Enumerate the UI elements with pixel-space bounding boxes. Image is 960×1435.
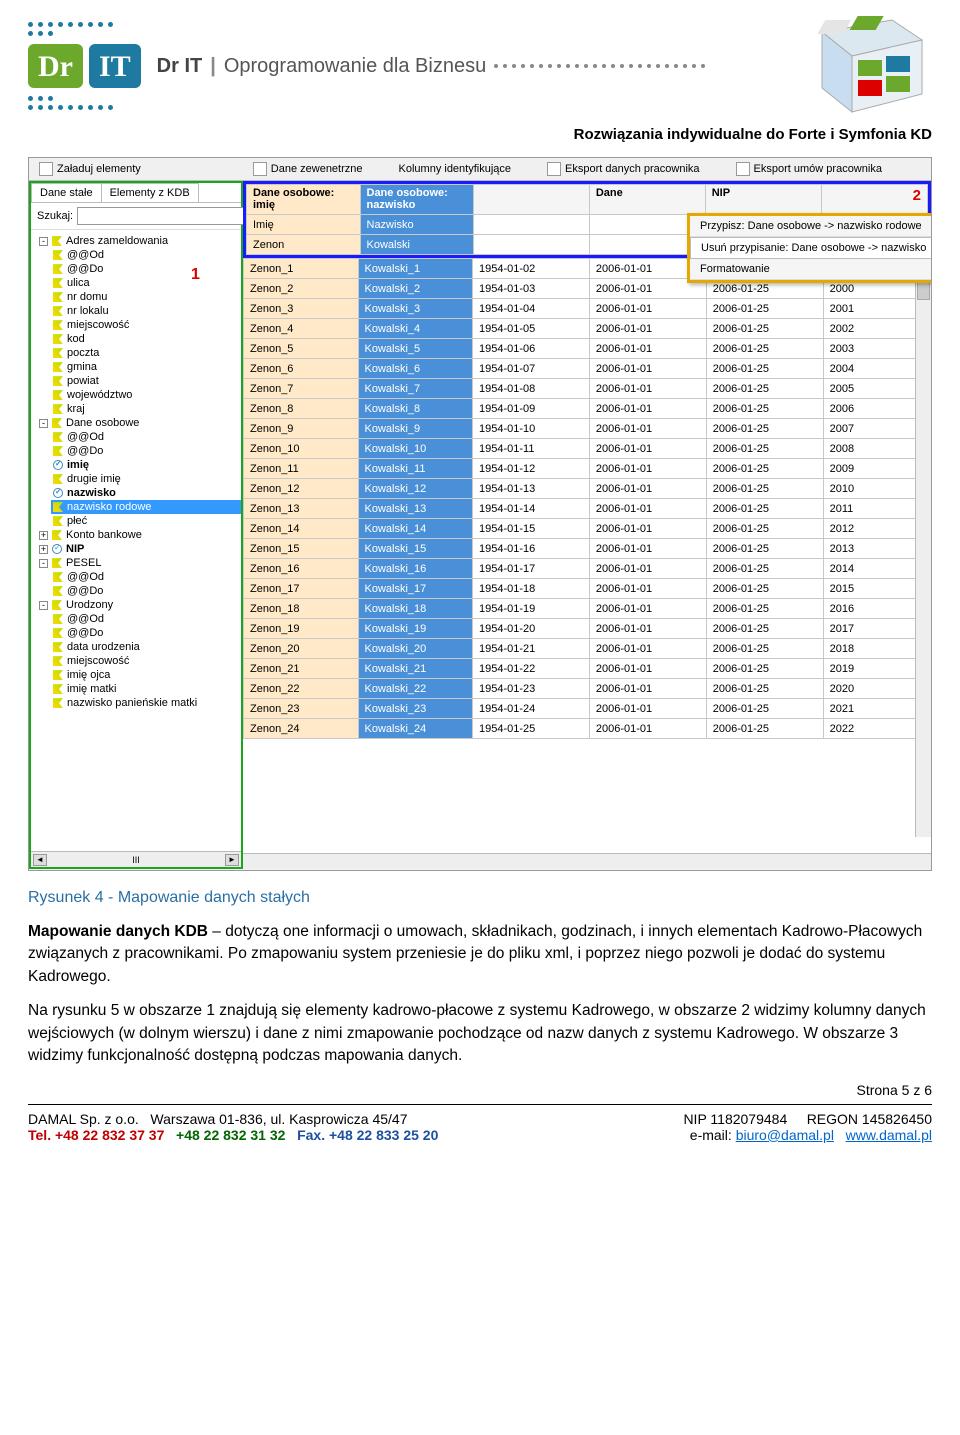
vscrollbar[interactable] — [915, 258, 931, 837]
brand-subtitle: Oprogramowanie dla Biznesu — [224, 55, 486, 78]
footer: DAMAL Sp. z o.o. Warszawa 01-836, ul. Ka… — [28, 1111, 932, 1143]
cm-remove[interactable]: Usuń przypisanie: Dane osobowe -> nazwis… — [690, 237, 932, 259]
left-hscrollbar[interactable]: ◄ III ► — [31, 851, 241, 867]
tab-elementy-kdb[interactable]: Elementy z KDB — [101, 183, 199, 202]
logo: Dr IT — [28, 16, 141, 116]
scroll-right-icon[interactable]: ► — [225, 854, 239, 866]
left-tabs: Dane stałe Elementy z KDB — [31, 183, 241, 203]
export-icon — [547, 162, 561, 176]
context-menu[interactable]: Przypisz: Dane osobowe -> nazwisko rodow… — [687, 213, 932, 283]
cm-format[interactable]: Formatowanie 3 ▸ — [690, 259, 932, 280]
brand-text: Dr IT | Oprogramowanie dla Biznesu — [157, 55, 706, 78]
paragraph-1: Mapowanie danych KDB – dotyczą one infor… — [28, 921, 932, 988]
email-link[interactable]: biuro@damal.pl — [736, 1127, 834, 1143]
scroll-left-icon[interactable]: ◄ — [33, 854, 47, 866]
doc-title: Rozwiązania indywidualne do Forte i Symf… — [28, 126, 932, 143]
right-panel: 2 Dane osobowe: imięDane osobowe: nazwis… — [243, 181, 931, 869]
search-input[interactable] — [77, 207, 256, 225]
tab-dane-stale[interactable]: Dane stałe — [31, 183, 102, 202]
tree-view[interactable]: -Adres zameldowania@@Od@@Doulicanr domun… — [31, 230, 241, 851]
data-icon — [253, 162, 267, 176]
page-number: Strona 5 z 6 — [28, 1082, 932, 1098]
annotation-1: 1 — [191, 266, 200, 284]
right-hscrollbar[interactable] — [243, 853, 931, 869]
toolbar-external[interactable]: Dane zewenetrzne — [253, 162, 363, 176]
logo-badge-it: IT — [89, 44, 141, 88]
app-screenshot: Załaduj elementy Dane zewenetrzne Kolumn… — [28, 157, 932, 871]
data-grid[interactable]: Zenon_1Kowalski_11954-01-022006-01-01200… — [243, 258, 931, 739]
toolbar-idcols[interactable]: Kolumny identyfikujące — [399, 163, 512, 175]
brand-title: Dr IT — [157, 55, 203, 78]
search-label: Szukaj: — [37, 210, 73, 222]
app-toolbar: Załaduj elementy Dane zewenetrzne Kolumn… — [29, 158, 931, 181]
toolbar-load[interactable]: Załaduj elementy — [39, 162, 141, 176]
toolbar-export-emp[interactable]: Eksport danych pracownika — [547, 162, 700, 176]
figure-caption: Rysunek 4 - Mapowanie danych stałych — [28, 889, 932, 907]
footer-rule — [28, 1104, 932, 1105]
cm-assign[interactable]: Przypisz: Dane osobowe -> nazwisko rodow… — [690, 216, 932, 237]
left-panel: Dane stałe Elementy z KDB Szukaj: -Adres… — [29, 181, 243, 869]
load-icon — [39, 162, 53, 176]
cube-graphic — [782, 12, 932, 122]
annotation-2: 2 — [913, 187, 921, 204]
toolbar-export-contract[interactable]: Eksport umów pracownika — [736, 162, 882, 176]
export-icon — [736, 162, 750, 176]
logo-badge-dr: Dr — [28, 44, 83, 88]
web-link[interactable]: www.damal.pl — [846, 1127, 932, 1143]
page-header: Dr IT Dr IT | Oprogramowanie dla Biznesu — [28, 16, 932, 116]
para1-lead: Mapowanie danych KDB — [28, 923, 208, 940]
trail-dots — [494, 64, 705, 68]
paragraph-2: Na rysunku 5 w obszarze 1 znajdują się e… — [28, 1000, 932, 1067]
